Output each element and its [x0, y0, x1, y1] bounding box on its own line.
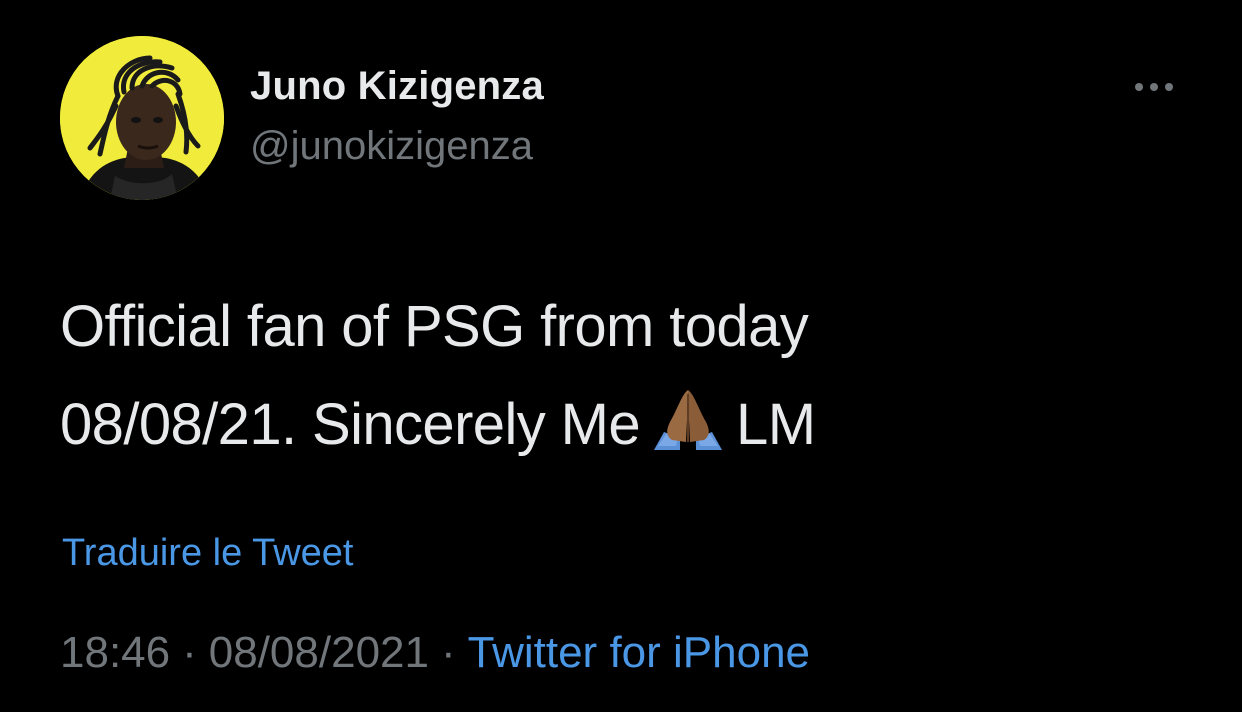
tweet-text-line-2-start: 08/08/21. Sincerely Me — [60, 392, 641, 457]
tweet-text-line-2: 08/08/21. Sincerely Me LM — [60, 376, 1180, 474]
author-avatar[interactable] — [60, 36, 224, 200]
ellipsis-icon — [1135, 83, 1173, 91]
tweet-source-link[interactable]: Twitter for iPhone — [468, 628, 810, 677]
tweet-date[interactable]: 08/08/2021 — [209, 628, 429, 677]
tweet-text-line-1: Official fan of PSG from today — [60, 294, 809, 359]
translate-tweet-link[interactable]: Traduire le Tweet — [62, 532, 353, 575]
author-handle[interactable]: @junokizigenza — [250, 124, 533, 169]
tweet-card: Juno Kizigenza @junokizigenza Official f… — [0, 0, 1242, 712]
folded-hands-icon — [650, 382, 726, 450]
meta-separator: · — [182, 628, 197, 677]
more-options-button[interactable] — [1126, 72, 1182, 102]
tweet-time[interactable]: 18:46 — [60, 628, 170, 677]
tweet-text: Official fan of PSG from today 08/08/21.… — [60, 278, 1180, 474]
tweet-metadata: 18:46 · 08/08/2021 · Twitter for iPhone — [60, 628, 810, 678]
author-display-name[interactable]: Juno Kizigenza — [250, 64, 544, 109]
tweet-text-line-2-end: LM — [736, 392, 816, 457]
meta-separator: · — [440, 628, 456, 677]
avatar-portrait-icon — [60, 36, 224, 200]
